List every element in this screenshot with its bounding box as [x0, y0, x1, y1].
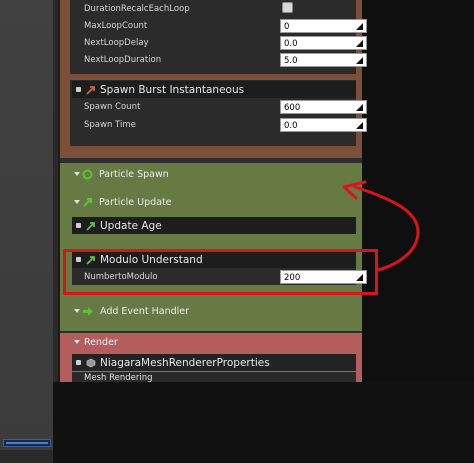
- prop-label: Spawn Time: [84, 119, 136, 130]
- particle-update-header[interactable]: Particle Update: [70, 192, 356, 212]
- spawn-count-input[interactable]: 600: [280, 99, 367, 114]
- resize-grip-icon: [356, 56, 363, 64]
- value-text: 0.0: [284, 38, 298, 49]
- mesh-rendering-label: Mesh Rendering: [84, 373, 153, 382]
- resize-grip-icon: [356, 121, 363, 129]
- update-age-title: Update Age: [100, 219, 162, 232]
- collapse-dot-icon: [76, 223, 81, 228]
- bottom-empty-area: [53, 382, 474, 463]
- particle-update-label: Particle Update: [99, 196, 172, 208]
- resize-grip-icon: [356, 22, 363, 30]
- value-text: 5.0: [284, 55, 298, 66]
- prop-row-spawn-count: Spawn Count 600: [72, 98, 367, 115]
- particle-update-icon: [83, 197, 92, 207]
- collapse-dot-icon: [76, 360, 81, 365]
- spawn-burst-header[interactable]: Spawn Burst Instantaneous: [72, 81, 356, 98]
- render-title: Render: [84, 337, 118, 348]
- mesh-rendering-row[interactable]: Mesh Rendering: [72, 372, 356, 382]
- update-age-header[interactable]: Update Age: [72, 217, 356, 234]
- collapse-arrow-icon[interactable]: [74, 309, 80, 313]
- module-arrow-icon: [86, 85, 95, 95]
- mesh-renderer-title: NiagaraMeshRendererProperties: [100, 356, 270, 369]
- prop-label: Spawn Count: [84, 101, 141, 112]
- prop-label: DurationRecalcEachLoop: [84, 3, 190, 14]
- horizontal-scrollbar[interactable]: [3, 439, 51, 447]
- add-event-handler-button[interactable]: Add Event Handler: [70, 301, 356, 321]
- resize-grip-icon: [356, 39, 363, 47]
- stack-panel: DurationRecalcEachLoop MaxLoopCount 0 Ne…: [60, 0, 367, 382]
- max-loop-count-input[interactable]: 0: [280, 18, 367, 33]
- prop-row-duration-recalc: DurationRecalcEachLoop: [72, 0, 356, 17]
- prop-row-spawn-time: Spawn Time 0.0: [72, 116, 367, 133]
- value-text: 600: [284, 102, 301, 113]
- value-text: 0: [284, 21, 290, 32]
- prop-row-max-loop-count: MaxLoopCount 0: [72, 17, 367, 34]
- particle-spawn-icon: [82, 169, 93, 179]
- prop-label: NextLoopDelay: [84, 37, 149, 48]
- particle-spawn-label: Particle Spawn: [99, 168, 169, 180]
- spawn-burst-title: Spawn Burst Instantaneous: [100, 83, 245, 96]
- collapse-arrow-icon[interactable]: [74, 340, 80, 344]
- prop-row-next-loop-delay: NextLoopDelay 0.0: [72, 34, 367, 51]
- prop-label: MaxLoopCount: [84, 20, 148, 31]
- module-arrow-icon: [86, 221, 95, 231]
- viewport-area: [0, 0, 53, 450]
- collapse-dot-icon: [76, 87, 81, 92]
- spawn-time-input[interactable]: 0.0: [280, 117, 367, 132]
- value-text: 0.0: [284, 120, 298, 131]
- niagara-editor-screenshot: { "emitter_properties": [ {"label": "Dur…: [0, 0, 474, 463]
- add-event-handler-label: Add Event Handler: [100, 305, 190, 317]
- next-loop-duration-input[interactable]: 5.0: [280, 52, 367, 67]
- mesh-renderer-icon: [86, 358, 96, 367]
- add-arrow-icon: [83, 306, 93, 316]
- resize-grip-icon: [356, 103, 363, 111]
- particle-spawn-header[interactable]: Particle Spawn: [70, 164, 356, 184]
- collapse-arrow-icon[interactable]: [74, 172, 80, 176]
- duration-recalc-checkbox[interactable]: [282, 2, 293, 13]
- annotation-highlight-box: [63, 249, 378, 295]
- prop-row-next-loop-duration: NextLoopDuration 5.0: [72, 51, 367, 68]
- prop-label: NextLoopDuration: [84, 54, 162, 65]
- next-loop-delay-input[interactable]: 0.0: [280, 35, 367, 50]
- mesh-renderer-header[interactable]: NiagaraMeshRendererProperties: [72, 354, 356, 371]
- collapse-arrow-icon[interactable]: [74, 200, 80, 204]
